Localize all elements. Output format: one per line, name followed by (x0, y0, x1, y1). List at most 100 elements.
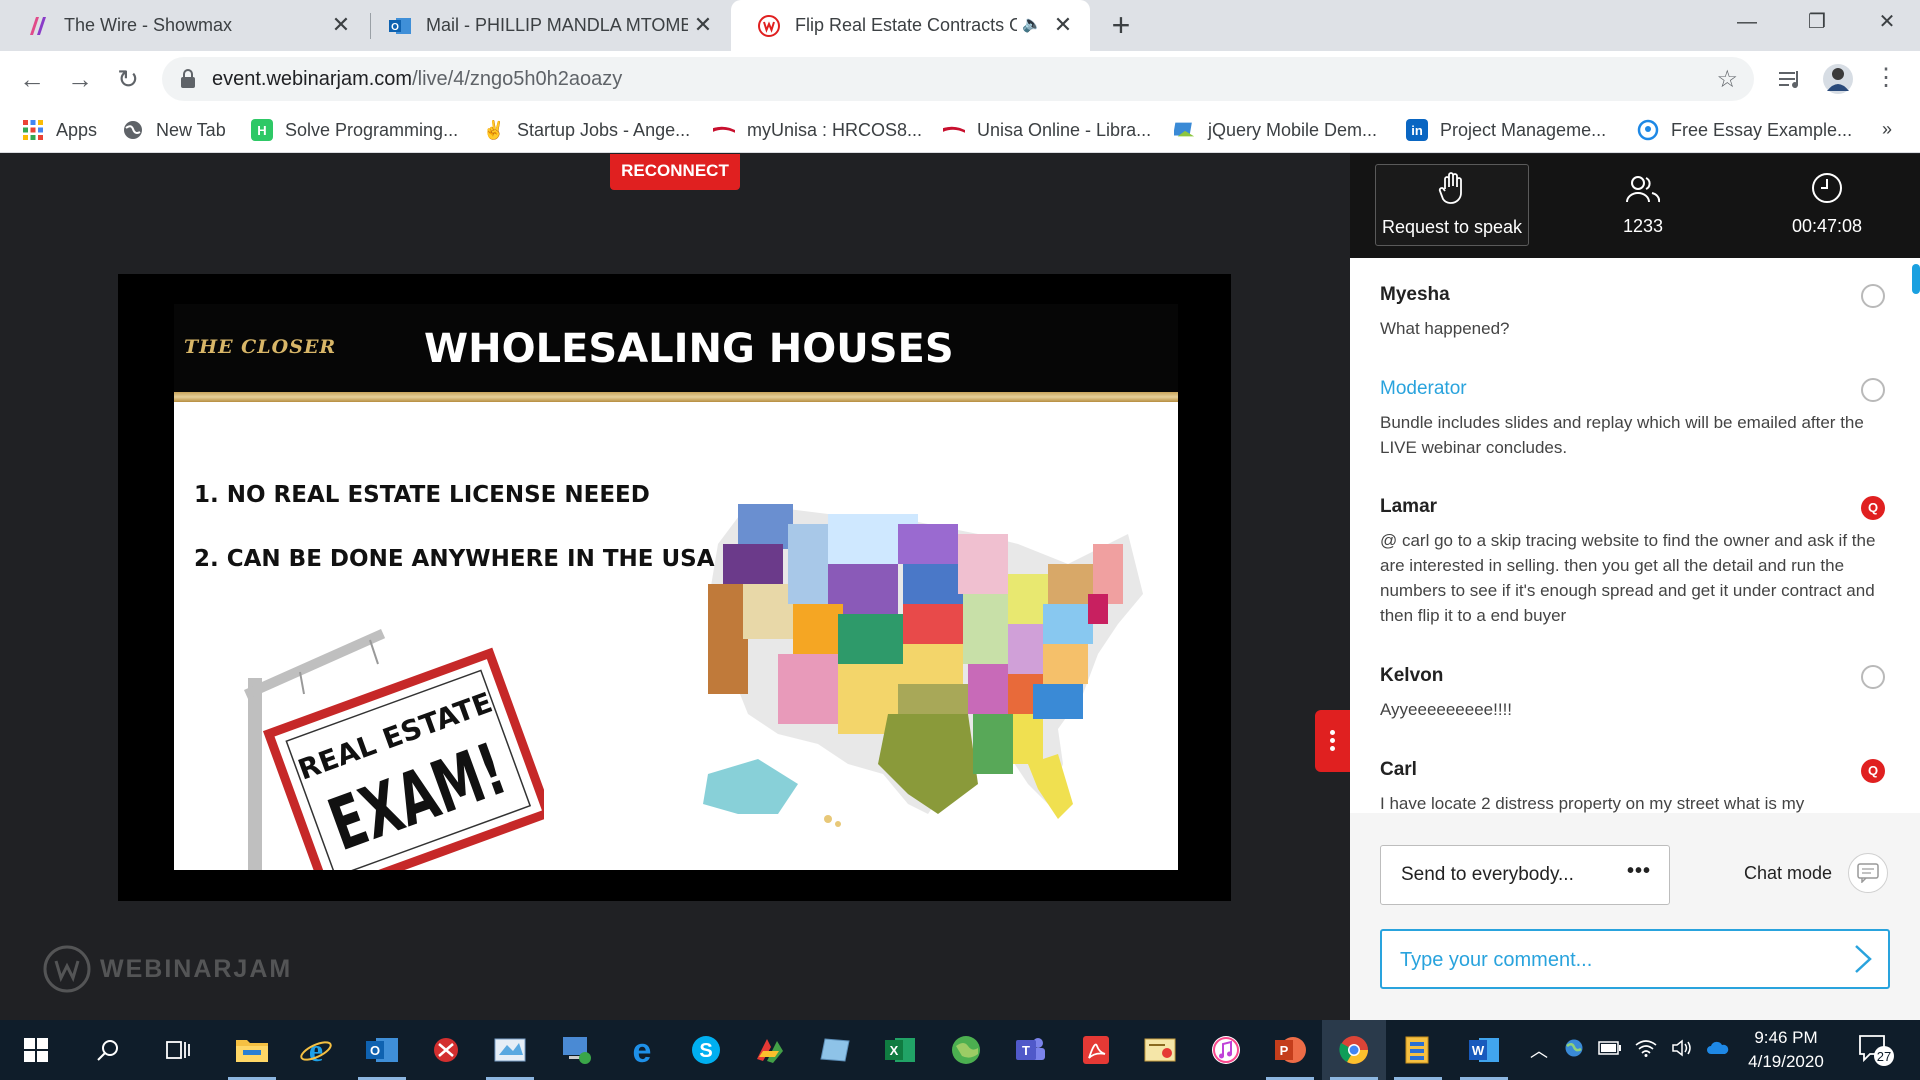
comment-input[interactable] (1400, 945, 1820, 975)
chat-mode-toggle[interactable] (1848, 853, 1888, 893)
search-button[interactable] (76, 1020, 140, 1080)
tab-title: The Wire - Showmax (64, 15, 233, 35)
chat-message: Moderator Bundle includes slides and rep… (1380, 378, 1885, 460)
bookmark-angellist[interactable]: ✌ Startup Jobs - Ange... (483, 117, 690, 143)
taskbar-paint[interactable] (478, 1020, 542, 1080)
browser-menu-icon[interactable]: ⋮ (1870, 63, 1902, 95)
reload-button[interactable]: ↻ (112, 63, 144, 95)
taskbar-internet-explorer[interactable]: e (284, 1020, 348, 1080)
volume-icon[interactable] (1664, 1038, 1700, 1062)
message-text: I have locate 2 distress property on my … (1380, 794, 1805, 813)
message-status-circle[interactable] (1861, 665, 1885, 689)
attendees-button[interactable]: 1233 (1566, 164, 1720, 246)
clock-icon (1750, 164, 1904, 204)
reconnect-button[interactable]: RECONNECT (610, 154, 740, 190)
bookmark-jquery-mobile[interactable]: jQuery Mobile Dem... (1174, 117, 1377, 143)
bookmark-unisa-library[interactable]: Unisa Online - Libra... (943, 117, 1151, 143)
close-tab-icon[interactable]: ✕ (1050, 12, 1076, 38)
chevron-up-icon[interactable]: ︿ (1522, 1037, 1556, 1063)
svg-text:e: e (633, 1034, 652, 1066)
linkedin-icon: in (1406, 119, 1428, 141)
forward-button[interactable]: → (64, 63, 96, 95)
taskbar-outlook[interactable]: O (350, 1020, 414, 1080)
question-badge[interactable]: Q (1861, 496, 1885, 520)
taskbar-excel[interactable]: X (868, 1020, 932, 1080)
start-button[interactable] (4, 1020, 68, 1080)
bookmark-free-essay[interactable]: Free Essay Example... (1637, 117, 1852, 143)
sidebar-toggle-button[interactable] (1315, 710, 1350, 772)
bookmark-label: myUnisa : HRCOS8... (747, 119, 923, 140)
presentation-video[interactable]: THE CLOSER WHOLESALING HOUSES 1. NO REAL… (118, 274, 1231, 901)
minimize-button[interactable]: — (1712, 0, 1782, 44)
bookmark-linkedin[interactable]: in Project Manageme... (1406, 117, 1606, 143)
task-view-button[interactable] (146, 1020, 210, 1080)
tab-showmax[interactable]: The Wire - Showmax ✕ (0, 0, 368, 51)
taskbar-word[interactable]: W (1452, 1020, 1516, 1080)
taskbar-file-explorer[interactable] (220, 1020, 284, 1080)
taskbar-acrobat[interactable] (1064, 1020, 1128, 1080)
bookmark-star-icon[interactable]: ☆ (1716, 65, 1738, 94)
close-tab-icon[interactable]: ✕ (328, 12, 354, 38)
send-to-select[interactable]: Send to everybody... ••• (1380, 845, 1670, 905)
bookmark-myunisa[interactable]: myUnisa : HRCOS8... (713, 117, 922, 143)
request-to-speak-button[interactable]: Request to speak (1375, 164, 1529, 246)
taskbar-itunes[interactable] (1194, 1020, 1258, 1080)
taskbar-edge[interactable]: e (610, 1020, 674, 1080)
question-badge[interactable]: Q (1861, 759, 1885, 783)
chat-sidebar: Request to speak 1233 00:47:08 Myesha Wh… (1350, 154, 1920, 1020)
wifi-icon[interactable] (1628, 1039, 1664, 1062)
new-tab-button[interactable]: + (1106, 8, 1136, 42)
taskbar-computer[interactable] (544, 1020, 608, 1080)
address-bar[interactable]: event.webinarjam.com/live/4/zngo5h0h2aoa… (162, 57, 1754, 101)
comment-field[interactable] (1380, 929, 1890, 989)
taskbar-notes[interactable] (804, 1020, 868, 1080)
bookmark-apps[interactable]: Apps (22, 117, 97, 143)
tab-mail[interactable]: O Mail - PHILLIP MANDLA MTOMBENI ✕ (362, 0, 730, 51)
real-estate-sign-image: REAL ESTATE EXAM! (244, 628, 544, 870)
restore-button[interactable]: ❐ (1782, 0, 1852, 44)
bookmark-new-tab[interactable]: New Tab (122, 117, 226, 143)
chat-message-list[interactable]: Myesha What happened? Moderator Bundle i… (1350, 258, 1920, 813)
dot (1330, 746, 1335, 751)
clock-date: 4/19/2020 (1748, 1052, 1824, 1071)
taskbar-teams[interactable]: T (998, 1020, 1062, 1080)
request-to-speak-label: Request to speak (1381, 217, 1523, 237)
taskbar-skype[interactable]: S (674, 1020, 738, 1080)
chat-scrollbar[interactable] (1912, 264, 1920, 294)
taskbar-archive[interactable] (1386, 1020, 1450, 1080)
taskbar-chrome[interactable] (1322, 1020, 1386, 1080)
bookmarks-overflow-button[interactable]: » (1882, 119, 1892, 140)
taskbar-powerpoint[interactable]: P (1258, 1020, 1322, 1080)
send-arrow-icon[interactable] (1852, 943, 1874, 980)
profile-avatar[interactable] (1822, 63, 1854, 95)
svg-text:W: W (1472, 1043, 1485, 1058)
speaker-icon[interactable]: 🔈 (1022, 14, 1042, 34)
taskbar-snipping-tool[interactable] (414, 1020, 478, 1080)
network-globe-icon[interactable] (1556, 1038, 1592, 1063)
bookmark-label: Project Manageme... (1440, 119, 1607, 140)
back-button[interactable]: ← (16, 63, 48, 95)
message-text: Bundle includes slides and replay which … (1380, 413, 1864, 457)
svg-text:e: e (309, 1033, 323, 1067)
message-status-circle[interactable] (1861, 378, 1885, 402)
folder-icon (236, 1040, 268, 1062)
lock-icon[interactable] (180, 69, 196, 94)
attendee-count: 1233 (1622, 216, 1664, 236)
tab-strip: The Wire - Showmax ✕ O Mail - PHILLIP MA… (0, 0, 1920, 51)
tab-webinar[interactable]: Flip Real Estate Contracts Of 🔈 ✕ (731, 0, 1090, 51)
close-tab-icon[interactable]: ✕ (690, 12, 716, 38)
bookmark-hackerrank[interactable]: H Solve Programming... (251, 117, 458, 143)
bookmark-label: New Tab (156, 119, 226, 140)
bookmark-label: Startup Jobs - Ange... (517, 119, 691, 140)
sidebar-header: Request to speak 1233 00:47:08 (1350, 154, 1920, 258)
taskbar-game-app[interactable] (738, 1020, 802, 1080)
media-controls-icon[interactable] (1774, 63, 1806, 95)
close-window-button[interactable]: ✕ (1852, 0, 1920, 44)
windows-taskbar: e O e S X T P W ︿ 9:46 PM 4/19/2020 27 (0, 1020, 1920, 1080)
notification-center-button[interactable]: 27 (1856, 1032, 1896, 1073)
taskbar-maps[interactable] (934, 1020, 998, 1080)
taskbar-clock[interactable]: 9:46 PM 4/19/2020 (1726, 1026, 1846, 1074)
battery-icon[interactable] (1592, 1040, 1628, 1060)
taskbar-certificate-app[interactable] (1128, 1020, 1192, 1080)
message-status-circle[interactable] (1861, 284, 1885, 308)
